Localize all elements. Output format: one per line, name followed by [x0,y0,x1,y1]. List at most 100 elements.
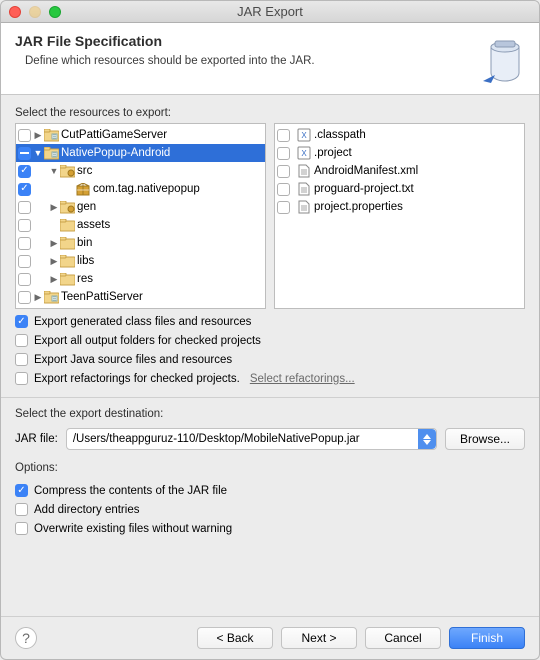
disclosure-open-icon[interactable]: ▼ [49,166,59,176]
tree-checkbox[interactable] [18,291,31,304]
tree-checkbox[interactable] [18,147,31,160]
tree-checkbox[interactable] [18,183,31,196]
xml-icon: X [296,128,312,142]
cancel-button[interactable]: Cancel [365,627,441,649]
overwrite-label: Overwrite existing files without warning [34,523,232,535]
file-icon [296,200,312,214]
file-icon [296,164,312,178]
tree-checkbox[interactable] [18,255,31,268]
next-button[interactable]: Next > [281,627,357,649]
tree-row[interactable]: com.tag.nativepopup [16,180,265,198]
resources-label: Select the resources to export: [15,107,525,119]
tree-item-label: CutPattiGameServer [61,129,265,141]
tree-item-label: com.tag.nativepopup [93,183,265,195]
file-checkbox[interactable] [277,201,290,214]
tree-row[interactable]: ▼ src [16,162,265,180]
compress-checkbox[interactable] [15,484,28,497]
folder-icon [59,272,75,286]
export-source-option[interactable]: Export Java source files and resources [15,353,525,366]
file-icon [296,182,312,196]
disclosure-closed-icon[interactable]: ▶ [49,256,59,267]
tree-row[interactable]: ▶ TeenPattiServer [16,288,265,306]
file-row[interactable]: X.project [275,144,524,162]
export-source-label: Export Java source files and resources [34,354,232,366]
disclosure-closed-icon[interactable]: ▶ [33,130,43,141]
dir-entries-option[interactable]: Add directory entries [15,503,525,516]
project-icon [43,128,59,142]
wizard-header: JAR File Specification Define which reso… [1,23,539,95]
folder-icon [59,218,75,232]
wizard-footer: ? < Back Next > Cancel Finish [1,616,539,659]
file-checkbox[interactable] [277,129,290,142]
file-row[interactable]: X .classpath [275,126,524,144]
tree-item-label: bin [77,237,265,249]
file-row[interactable]: AndroidManifest.xml [275,162,524,180]
tree-checkbox[interactable] [18,165,31,178]
overwrite-checkbox[interactable] [15,522,28,535]
file-label: AndroidManifest.xml [314,165,524,177]
separator [1,397,539,398]
project-icon [43,146,59,160]
tree-row[interactable]: ▶res [16,270,265,288]
tree-item-label: gen [77,201,265,213]
export-generated-checkbox[interactable] [15,315,28,328]
compress-option[interactable]: Compress the contents of the JAR file [15,484,525,497]
file-checkbox[interactable] [277,147,290,160]
jar-file-path: /Users/theappguruz-110/Desktop/MobileNat… [73,433,360,445]
file-list-pane[interactable]: X .classpath X.project AndroidManifest.xml p… [274,123,525,309]
file-checkbox[interactable] [277,165,290,178]
file-row[interactable]: project.properties [275,198,524,216]
back-button[interactable]: < Back [197,627,273,649]
titlebar: JAR Export [1,1,539,23]
export-source-checkbox[interactable] [15,353,28,366]
browse-button[interactable]: Browse... [445,428,525,450]
disclosure-open-icon[interactable]: ▼ [33,148,43,158]
folder-src-icon [59,164,75,178]
project-icon [43,290,59,304]
tree-checkbox[interactable] [18,219,31,232]
tree-row[interactable]: ▶ gen [16,198,265,216]
overwrite-option[interactable]: Overwrite existing files without warning [15,522,525,535]
export-generated-label: Export generated class files and resourc… [34,316,251,328]
file-checkbox[interactable] [277,183,290,196]
select-refactorings-link[interactable]: Select refactorings... [250,373,355,385]
combo-arrow-icon[interactable] [418,429,436,449]
export-output-option[interactable]: Export all output folders for checked pr… [15,334,525,347]
tree-item-label: TeenPattiServer [61,291,265,303]
dir-entries-checkbox[interactable] [15,503,28,516]
export-refactorings-checkbox[interactable] [15,372,28,385]
tree-checkbox[interactable] [18,129,31,142]
tree-row[interactable]: ▶ libs [16,252,265,270]
compress-label: Compress the contents of the JAR file [34,485,227,497]
export-generated-option[interactable]: Export generated class files and resourc… [15,315,525,328]
jar-file-label: JAR file: [15,433,58,445]
jar-icon [481,35,529,87]
tree-item-label: libs [77,255,265,267]
svg-text:X: X [301,131,307,140]
export-refactorings-label: Export refactorings for checked projects… [34,373,240,385]
finish-button[interactable]: Finish [449,627,525,649]
disclosure-closed-icon[interactable]: ▶ [49,202,59,213]
help-button[interactable]: ? [15,627,37,649]
tree-row[interactable]: ▼NativePopup-Android [16,144,265,162]
tree-row[interactable]: ▶ CutPattiGameServer [16,126,265,144]
tree-row[interactable]: ▶ bin [16,234,265,252]
tree-checkbox[interactable] [18,237,31,250]
options-label: Options: [15,462,525,474]
jar-file-combo[interactable]: /Users/theappguruz-110/Desktop/MobileNat… [66,428,437,450]
tree-checkbox[interactable] [18,201,31,214]
tree-checkbox[interactable] [18,273,31,286]
disclosure-closed-icon[interactable]: ▶ [49,274,59,285]
tree-row[interactable]: assets [16,216,265,234]
project-tree-pane[interactable]: ▶CutPattiGameServer▼NativePopup-Android▼… [15,123,266,309]
disclosure-closed-icon[interactable]: ▶ [49,238,59,249]
export-refactorings-option[interactable]: Export refactorings for checked projects… [15,372,525,385]
tree-item-label: src [77,165,265,177]
export-output-checkbox[interactable] [15,334,28,347]
window-title: JAR Export [1,4,539,19]
tree-item-label: assets [77,219,265,231]
svg-text:X: X [301,149,307,158]
file-row[interactable]: proguard-project.txt [275,180,524,198]
disclosure-closed-icon[interactable]: ▶ [33,292,43,303]
file-label: .classpath [314,129,524,141]
